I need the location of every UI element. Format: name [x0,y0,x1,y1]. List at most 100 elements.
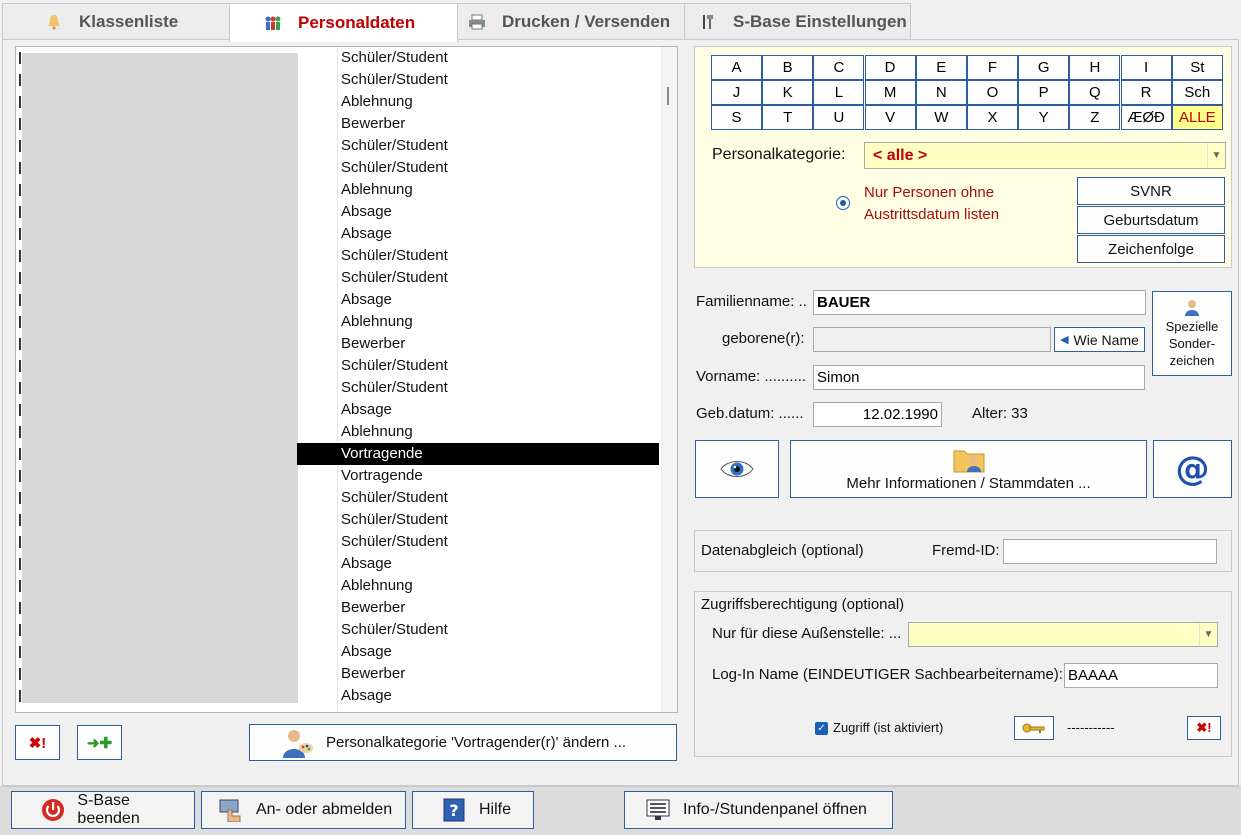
list-item[interactable]: Absage [337,685,659,707]
letter-button[interactable]: J [711,80,762,105]
radio-ohne-austritt[interactable] [836,196,850,210]
letter-button[interactable]: I [1120,55,1172,80]
letter-button[interactable]: St [1171,55,1223,80]
list-item[interactable]: Ablehnung [337,179,659,201]
letter-button[interactable]: C [813,55,865,80]
gebdatum-input[interactable]: 12.02.1990 [813,402,942,427]
letter-button[interactable]: O [967,80,1018,105]
list-item[interactable]: Schüler/Student [337,619,659,641]
list-item[interactable]: Ablehnung [337,91,659,113]
wie-name-button[interactable]: ◀ Wie Name [1054,327,1145,352]
scrollbar-thumb[interactable] [667,87,669,105]
letter-button[interactable]: D [864,55,916,80]
kategorie-label: Personalkategorie: [712,146,846,163]
view-button[interactable] [695,440,779,498]
list-item[interactable]: Schüler/Student [337,135,659,157]
sort-geburtsdatum-button[interactable]: Geburtsdatum [1077,206,1225,234]
tab-personaldaten[interactable]: Personaldaten [229,3,458,42]
letter-button[interactable]: P [1018,80,1070,105]
s-base-beenden-button[interactable]: S-Base beenden [11,791,195,829]
letter-button[interactable]: K [762,80,814,105]
list-item[interactable]: Schüler/Student [337,377,659,399]
email-button[interactable]: @ [1153,440,1232,498]
change-category-button[interactable]: Personalkategorie 'Vortragender(r)' ände… [249,724,677,761]
list-item[interactable]: Vortragende [337,443,659,465]
mehr-informationen-button[interactable]: Mehr Informationen / Stammdaten ... [790,440,1147,498]
list-item[interactable]: Absage [337,641,659,663]
sonderzeichen-button[interactable]: Spezielle Sonder- zeichen [1152,291,1232,376]
person-list[interactable]: Schüler/Student Schüler/Student Ablehnung B… [15,46,678,713]
letter-button[interactable]: L [813,80,865,105]
list-item[interactable]: Absage [337,399,659,421]
list-item[interactable]: Ablehnung [337,575,659,597]
row-marker [19,382,21,394]
list-item[interactable]: Schüler/Student [337,509,659,531]
list-item[interactable]: Absage [337,201,659,223]
letter-button[interactable]: ÆØÐ [1120,105,1172,130]
list-item[interactable]: Vortragende [337,465,659,487]
letter-button[interactable]: R [1120,80,1172,105]
letter-button[interactable]: S [711,105,762,130]
fremd-id-input[interactable] [1003,539,1217,564]
letter-button[interactable]: A [711,55,762,80]
vorname-input[interactable]: Simon [813,365,1145,390]
list-item[interactable]: Absage [337,289,659,311]
letter-button[interactable]: Q [1069,80,1121,105]
tab-drucken-versenden[interactable]: Drucken / Versenden [457,3,685,39]
list-item[interactable]: Schüler/Student [337,245,659,267]
letter-button[interactable]: W [915,105,967,130]
letter-button[interactable]: M [864,80,916,105]
letter-button[interactable]: ALLE [1171,105,1223,130]
kategorie-dropdown[interactable]: < alle > ▼ [864,142,1226,169]
letter-button[interactable]: G [1018,55,1070,80]
list-item[interactable]: Bewerber [337,663,659,685]
add-icon: ➜✚ [86,734,113,752]
letter-button[interactable]: N [915,80,967,105]
list-item[interactable]: Schüler/Student [337,487,659,509]
letter-button[interactable]: T [762,105,814,130]
list-item[interactable]: Absage [337,223,659,245]
letter-button[interactable]: Sch [1171,80,1223,105]
list-item[interactable]: Bewerber [337,113,659,135]
letter-button[interactable]: F [967,55,1018,80]
add-person-button[interactable]: ➜✚ [77,725,122,760]
familienname-input[interactable]: BAUER [813,290,1146,315]
letter-button[interactable]: Z [1069,105,1121,130]
row-marker [19,338,21,350]
list-item[interactable]: Schüler/Student [337,47,659,69]
geborene-input[interactable] [813,327,1051,352]
list-item[interactable]: Ablehnung [337,421,659,443]
list-item[interactable]: Schüler/Student [337,157,659,179]
an-abmelden-button[interactable]: An- oder abmelden [201,791,406,829]
list-item[interactable]: Schüler/Student [337,69,659,91]
letter-button[interactable]: V [864,105,916,130]
sort-zeichenfolge-button[interactable]: Zeichenfolge [1077,235,1225,263]
tab-klassenliste[interactable]: Klassenliste [2,3,230,39]
letter-button[interactable]: Y [1018,105,1070,130]
letter-button[interactable]: X [967,105,1018,130]
list-item[interactable]: Absage [337,553,659,575]
list-item[interactable]: Ablehnung [337,311,659,333]
list-item[interactable]: Bewerber [337,597,659,619]
letter-button[interactable]: U [813,105,865,130]
letter-button[interactable]: B [762,55,814,80]
letter-button[interactable]: H [1069,55,1121,80]
aussenstelle-dropdown[interactable]: ▼ [908,622,1218,647]
list-item[interactable]: Schüler/Student [337,267,659,289]
sonder-label-2: Sonder- [1168,336,1216,351]
list-item[interactable]: Schüler/Student [337,531,659,553]
zugriff-checkbox[interactable]: ✓ [815,722,828,735]
hilfe-button[interactable]: ? Hilfe [412,791,534,829]
info-stundenpanel-button[interactable]: Info-/Stundenpanel öffnen [624,791,893,829]
list-scrollbar[interactable] [661,47,677,712]
anmelden-label: An- oder abmelden [256,801,393,818]
list-item[interactable]: Bewerber [337,333,659,355]
zugriff-delete-button[interactable]: ✖! [1187,716,1221,740]
list-item[interactable]: Schüler/Student [337,355,659,377]
sort-svnr-button[interactable]: SVNR [1077,177,1225,205]
password-key-button[interactable] [1014,716,1054,740]
tab-s-base-einstellungen[interactable]: S-Base Einstellungen [684,3,911,39]
delete-person-button[interactable]: ✖! [15,725,60,760]
login-input[interactable]: BAAAA [1064,663,1218,688]
letter-button[interactable]: E [915,55,967,80]
